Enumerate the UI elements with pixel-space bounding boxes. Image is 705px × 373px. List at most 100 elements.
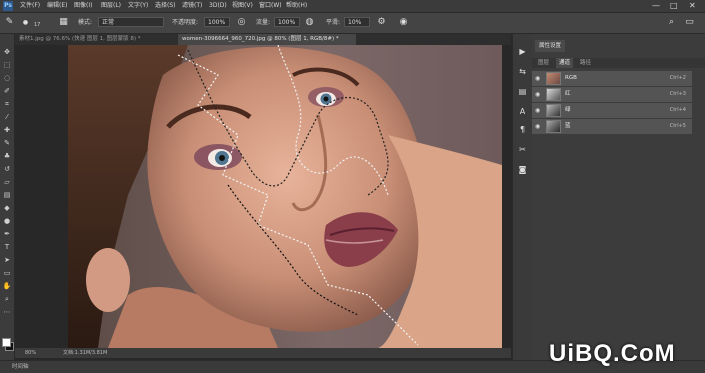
- channel-shortcut: Ctrl+2: [669, 75, 686, 81]
- type-tool-icon[interactable]: T: [2, 243, 12, 252]
- channel-row-red[interactable]: ◉ 红 Ctrl+3: [532, 87, 692, 103]
- menu-select[interactable]: 选择(S): [155, 1, 176, 11]
- panel-dock: ▶ ⇆ ▤ A ¶ ✂ ◙: [512, 34, 533, 360]
- channel-name: RGB: [565, 75, 577, 81]
- menu-image[interactable]: 图像(I): [74, 1, 92, 11]
- blur-tool-icon[interactable]: ◆: [2, 204, 12, 213]
- timeline-tab[interactable]: 时间轴: [12, 361, 29, 373]
- workspace-icon[interactable]: ▭: [684, 17, 695, 28]
- path-select-tool-icon[interactable]: ➤: [2, 256, 12, 265]
- foreground-color-swatch[interactable]: [2, 338, 11, 347]
- menu-3d[interactable]: 3D(D): [209, 1, 227, 11]
- flow-input[interactable]: 100%: [274, 17, 300, 27]
- search-icon[interactable]: ⌕: [666, 17, 677, 28]
- tab-document-2[interactable]: women-3096664_960_720.jpg @ 80% (图层 1, R…: [178, 34, 356, 45]
- pen-tool-icon[interactable]: ✒: [2, 230, 12, 239]
- lasso-tool-icon[interactable]: ◌: [2, 74, 12, 83]
- channel-thumbnail: [546, 72, 561, 85]
- channel-name: 红: [565, 91, 571, 97]
- flow-label: 流量:: [256, 19, 271, 26]
- visibility-eye-icon[interactable]: ◉: [535, 75, 540, 82]
- menu-view[interactable]: 视图(V): [232, 1, 253, 11]
- zoom-tool-icon[interactable]: ⌕: [2, 295, 12, 304]
- channel-shortcut: Ctrl+3: [669, 91, 686, 97]
- panel-tabs: 图层 通道 路径: [532, 58, 705, 68]
- channel-thumbnail: [546, 88, 561, 101]
- menu-help[interactable]: 帮助(H): [286, 1, 307, 11]
- smoothing-input[interactable]: 10%: [344, 17, 370, 27]
- healing-tool-icon[interactable]: ✚: [2, 126, 12, 135]
- channel-row-rgb[interactable]: ◉ RGB Ctrl+2: [532, 71, 692, 87]
- zoom-level[interactable]: 80%: [25, 348, 36, 358]
- menu-filter[interactable]: 滤镜(T): [182, 1, 202, 11]
- hand-tool-icon[interactable]: ✋: [2, 282, 12, 291]
- maximize-icon[interactable]: □: [670, 1, 678, 11]
- gradient-tool-icon[interactable]: ▤: [2, 191, 12, 200]
- menu-layer[interactable]: 图层(L): [101, 1, 121, 11]
- menu-edit[interactable]: 编辑(E): [47, 1, 67, 11]
- watermark-text: UiBQ.CoM: [549, 340, 676, 367]
- visibility-eye-icon[interactable]: ◉: [535, 107, 540, 114]
- channel-row-blue[interactable]: ◉ 蓝 Ctrl+5: [532, 119, 692, 135]
- stamp-tool-icon[interactable]: ♣: [2, 152, 12, 161]
- menu-type[interactable]: 文字(Y): [128, 1, 148, 11]
- brush-size-label: 17: [34, 22, 41, 28]
- crop-tool-icon[interactable]: ⌗: [2, 100, 12, 109]
- opacity-label: 不透明度:: [172, 19, 199, 26]
- styles-icon[interactable]: ◙: [517, 164, 528, 175]
- tab-document-1[interactable]: 素材1.jpg @ 76.6% (快速 图层 1, 图层蒙版 8) *: [15, 34, 177, 45]
- channel-shortcut: Ctrl+5: [669, 123, 686, 129]
- menu-file[interactable]: 文件(F): [20, 1, 40, 11]
- canvas-image[interactable]: [68, 45, 502, 348]
- channels-panel: 属性设置 图层 通道 路径 ◉ RGB Ctrl+2 ◉ 红 Ctrl+3 ◉ …: [532, 34, 705, 360]
- status-bar: 80% 文档:1.31M/3.81M: [15, 348, 511, 358]
- mode-label: 模式:: [78, 19, 93, 26]
- brush-preset-icon[interactable]: ●: [20, 17, 31, 28]
- opacity-pressure-icon[interactable]: ◎: [236, 17, 247, 28]
- brush-settings-icon[interactable]: ▦: [58, 17, 69, 28]
- channel-shortcut: Ctrl+4: [669, 107, 686, 113]
- quick-select-tool-icon[interactable]: ✐: [2, 87, 12, 96]
- more-tools-icon[interactable]: ⋯: [2, 308, 12, 317]
- menu-window[interactable]: 窗口(W): [259, 1, 282, 11]
- pressure-size-icon[interactable]: ◉: [398, 17, 409, 28]
- menu-bar: Ps 文件(F) 编辑(E) 图像(I) 图层(L) 文字(Y) 选择(S) 滤…: [0, 0, 705, 13]
- brush-tool-icon[interactable]: ✎: [4, 17, 15, 28]
- visibility-eye-icon[interactable]: ◉: [535, 123, 540, 130]
- channel-name: 绿: [565, 107, 571, 113]
- channel-thumbnail: [546, 104, 561, 117]
- panel-title[interactable]: 属性设置: [535, 40, 566, 52]
- tools-panel: ✥ ⬚ ◌ ✐ ⌗ ⁄ ✚ ✎ ♣ ↺ ▱ ▤ ◆ ● ✒ T ➤ ▭ ✋ ⌕ …: [0, 34, 15, 360]
- shape-tool-icon[interactable]: ▭: [2, 269, 12, 278]
- minimize-icon[interactable]: —: [652, 1, 660, 11]
- properties-icon[interactable]: ▤: [517, 86, 528, 97]
- history-icon[interactable]: ▶: [517, 46, 528, 57]
- smoothing-label: 平滑:: [326, 19, 341, 26]
- eraser-tool-icon[interactable]: ▱: [2, 178, 12, 187]
- history-brush-icon[interactable]: ↺: [2, 165, 12, 174]
- airbrush-icon[interactable]: ◍: [304, 17, 315, 28]
- channel-name: 蓝: [565, 123, 571, 129]
- dodge-tool-icon[interactable]: ●: [2, 217, 12, 226]
- opacity-input[interactable]: 100%: [204, 17, 230, 27]
- eyedropper-tool-icon[interactable]: ⁄: [2, 113, 12, 122]
- channel-thumbnail: [546, 120, 561, 133]
- gear-icon[interactable]: ⚙: [376, 17, 387, 28]
- tab-layers[interactable]: 图层: [535, 58, 552, 68]
- channel-row-green[interactable]: ◉ 绿 Ctrl+4: [532, 103, 692, 119]
- mode-select[interactable]: 正常: [98, 17, 164, 27]
- character-icon[interactable]: A: [517, 106, 528, 117]
- close-icon[interactable]: ✕: [689, 1, 696, 11]
- document-tabs: 素材1.jpg @ 76.6% (快速 图层 1, 图层蒙版 8) * wome…: [15, 34, 511, 45]
- tab-paths[interactable]: 路径: [577, 58, 594, 68]
- tools-preset-icon[interactable]: ✂: [517, 144, 528, 155]
- visibility-eye-icon[interactable]: ◉: [535, 91, 540, 98]
- options-bar: ✎ ● 17 ▦ 模式: 正常 不透明度: 100% ◎ 流量: 100% ◍ …: [0, 13, 705, 34]
- adjustments-icon[interactable]: ⇆: [517, 66, 528, 77]
- paragraph-icon[interactable]: ¶: [517, 124, 528, 135]
- document-size: 文档:1.31M/3.81M: [63, 350, 108, 356]
- marquee-tool-icon[interactable]: ⬚: [2, 61, 12, 70]
- brush-tool-selected-icon[interactable]: ✎: [2, 139, 12, 148]
- move-tool-icon[interactable]: ✥: [2, 48, 12, 57]
- tab-channels[interactable]: 通道: [556, 58, 574, 68]
